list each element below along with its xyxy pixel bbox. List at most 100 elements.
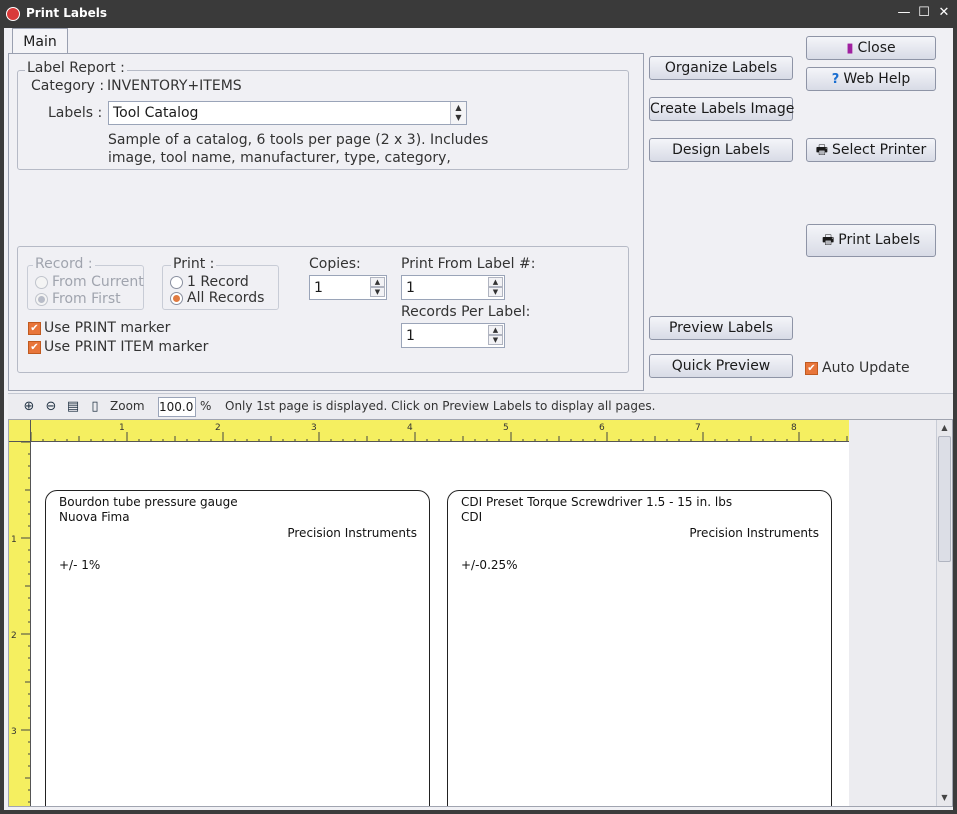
- printer-icon: 🖶: [822, 233, 835, 248]
- print-from-spinner[interactable]: 1 ▲ ▼: [401, 275, 505, 300]
- copies-down-icon[interactable]: ▼: [370, 287, 385, 297]
- window-title: Print Labels: [26, 6, 108, 20]
- ruler-number: 8: [791, 423, 797, 433]
- create-labels-image-button[interactable]: Create Labels Image: [649, 97, 794, 121]
- scroll-down-icon[interactable]: ▼: [938, 791, 951, 805]
- auto-update-label: Auto Update: [822, 360, 910, 376]
- labels-label: Labels :: [48, 105, 103, 121]
- scrollbar-thumb[interactable]: [938, 436, 951, 562]
- preview-page: Bourdon tube pressure gauge Nuova Fima P…: [31, 442, 849, 806]
- printer-icon: 🖶: [815, 143, 829, 158]
- print-legend: Print :: [171, 256, 217, 272]
- print-from-label: Print From Label #:: [401, 256, 536, 272]
- print-from-down-icon[interactable]: ▼: [488, 287, 503, 297]
- label-line-3: Precision Instruments: [287, 526, 417, 540]
- from-current-radio[interactable]: [35, 276, 48, 289]
- title-bar: Print Labels — ☐ ✕: [0, 0, 957, 28]
- ruler-number: 5: [503, 423, 509, 433]
- label-line-1: CDI Preset Torque Screwdriver 1.5 - 15 i…: [461, 495, 733, 509]
- tab-main[interactable]: Main: [12, 28, 68, 54]
- records-per-up-icon[interactable]: ▲: [488, 325, 503, 335]
- from-first-radio[interactable]: [35, 293, 48, 306]
- use-print-marker-checkbox[interactable]: ✔: [28, 322, 41, 335]
- records-per-label-spinner[interactable]: 1 ▲ ▼: [401, 323, 505, 348]
- ruler-number: 7: [695, 423, 701, 433]
- web-help-button[interactable]: ? Web Help: [806, 67, 936, 91]
- copies-up-icon[interactable]: ▲: [370, 277, 385, 287]
- zoom-unit: %: [200, 399, 212, 413]
- use-print-marker-label: Use PRINT marker: [44, 320, 171, 336]
- ruler-number: 4: [407, 423, 413, 433]
- select-printer-button[interactable]: 🖶 Select Printer: [806, 138, 936, 162]
- maximize-button[interactable]: ☐: [915, 4, 933, 22]
- from-first-label: From First: [52, 291, 121, 307]
- ruler-number: 3: [311, 423, 317, 433]
- main-panel: Label Report : Category : INVENTORY+ITEM…: [8, 53, 644, 391]
- page-width-icon[interactable]: ▤: [64, 398, 82, 416]
- ruler-number: 1: [11, 535, 17, 545]
- one-record-label: 1 Record: [187, 274, 249, 290]
- record-legend: Record :: [33, 256, 95, 272]
- use-print-item-marker-label: Use PRINT ITEM marker: [44, 339, 209, 355]
- label-line-2: CDI: [461, 510, 483, 524]
- preview-toolbar: ⊕ ⊖ ▤ ▯ Zoom 100.0 % Only 1st page is di…: [8, 393, 953, 419]
- label-preview-area[interactable]: 1 2 3 4 5 6 7 8 1 2 3 Bourdon tube pressure gauge…: [8, 419, 953, 807]
- select-printer-button-label: Select Printer: [832, 142, 927, 158]
- labels-select[interactable]: Tool Catalog ▲ ▼: [108, 101, 467, 125]
- copies-spinner[interactable]: 1 ▲ ▼: [309, 275, 387, 300]
- spinner-arrows-icon[interactable]: ▲ ▼: [450, 102, 466, 124]
- zoom-label: Zoom: [110, 399, 145, 413]
- label-line-3: Precision Instruments: [689, 526, 819, 540]
- horizontal-ruler: 1 2 3 4 5 6 7 8: [31, 420, 849, 442]
- all-records-radio[interactable]: [170, 292, 183, 305]
- app-icon: [6, 7, 20, 21]
- zoom-out-icon[interactable]: ⊖: [42, 398, 60, 416]
- label-line-1: Bourdon tube pressure gauge: [59, 495, 238, 509]
- labels-select-value: Tool Catalog: [113, 105, 199, 121]
- close-button[interactable]: ▮ Close: [806, 36, 936, 60]
- preview-labels-button[interactable]: Preview Labels: [649, 316, 793, 340]
- help-icon: ?: [831, 72, 840, 87]
- copies-label: Copies:: [309, 256, 361, 272]
- door-icon: ▮: [846, 41, 854, 56]
- copies-value: 1: [314, 280, 323, 296]
- ruler-number: 1: [119, 423, 125, 433]
- ruler-number: 2: [11, 631, 17, 641]
- category-value: INVENTORY+ITEMS: [107, 78, 242, 94]
- close-button-label: Close: [857, 40, 896, 56]
- use-print-item-marker-checkbox[interactable]: ✔: [28, 341, 41, 354]
- quick-preview-button[interactable]: Quick Preview: [649, 354, 793, 378]
- print-from-value: 1: [406, 280, 415, 296]
- organize-labels-button[interactable]: Organize Labels: [649, 56, 793, 80]
- description-line-2: image, tool name, manufacturer, type, ca…: [108, 150, 451, 166]
- ruler-number: 2: [215, 423, 221, 433]
- vertical-ruler: 1 2 3: [9, 442, 31, 806]
- from-current-label: From Current: [52, 274, 144, 290]
- scroll-up-icon[interactable]: ▲: [938, 421, 951, 435]
- client-area: Main Label Report : Category : INVENTORY…: [4, 28, 953, 810]
- ruler-corner: [9, 420, 31, 442]
- zoom-in-icon[interactable]: ⊕: [20, 398, 38, 416]
- close-window-button[interactable]: ✕: [935, 4, 953, 22]
- label-card: CDI Preset Torque Screwdriver 1.5 - 15 i…: [447, 490, 832, 806]
- print-labels-window: Print Labels — ☐ ✕ Main Label Report : C…: [0, 0, 957, 814]
- records-per-label-label: Records Per Label:: [401, 304, 531, 320]
- preview-vertical-scrollbar[interactable]: ▲ ▼: [936, 420, 952, 806]
- whole-page-icon[interactable]: ▯: [86, 398, 104, 416]
- auto-update-checkbox[interactable]: ✔: [805, 362, 818, 375]
- label-line-4: +/- 1%: [59, 558, 101, 572]
- ruler-number: 6: [599, 423, 605, 433]
- web-help-button-label: Web Help: [843, 71, 911, 87]
- category-label: Category :: [31, 78, 105, 94]
- label-report-legend: Label Report :: [25, 60, 127, 76]
- print-from-up-icon[interactable]: ▲: [488, 277, 503, 287]
- print-labels-button[interactable]: 🖶 Print Labels: [806, 224, 936, 257]
- records-per-down-icon[interactable]: ▼: [488, 335, 503, 345]
- records-per-label-value: 1: [406, 328, 415, 344]
- zoom-input[interactable]: 100.0: [158, 397, 196, 417]
- design-labels-button[interactable]: Design Labels: [649, 138, 793, 162]
- one-record-radio[interactable]: [170, 276, 183, 289]
- all-records-label: All Records: [187, 290, 265, 306]
- minimize-button[interactable]: —: [895, 4, 913, 22]
- label-line-2: Nuova Fima: [59, 510, 130, 524]
